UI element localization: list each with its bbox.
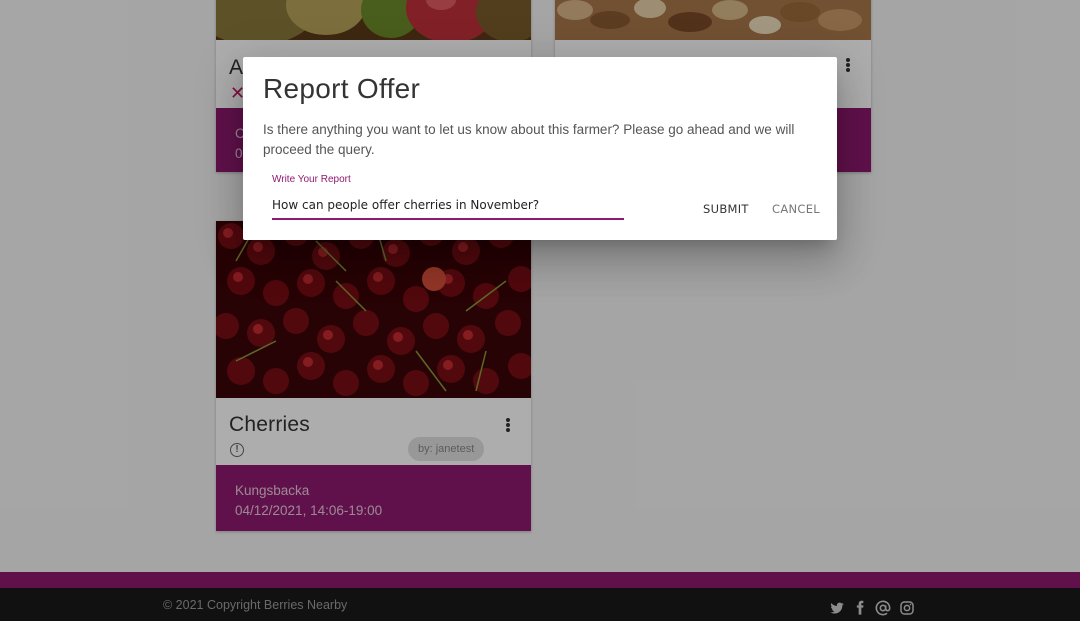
dialog-title: Report Offer (263, 73, 421, 104)
cancel-button[interactable]: CANCEL (772, 202, 820, 216)
report-input[interactable] (272, 192, 624, 220)
dialog-description: Is there anything you want to let us kno… (263, 122, 795, 157)
report-offer-dialog: Report Offer Is there anything you want … (243, 57, 837, 240)
page: A ✕ C 0 Cherries ! by: janetest Kungsbac… (0, 0, 1080, 621)
submit-button[interactable]: SUBMIT (703, 202, 749, 216)
report-field-label: Write Your Report (272, 174, 351, 185)
